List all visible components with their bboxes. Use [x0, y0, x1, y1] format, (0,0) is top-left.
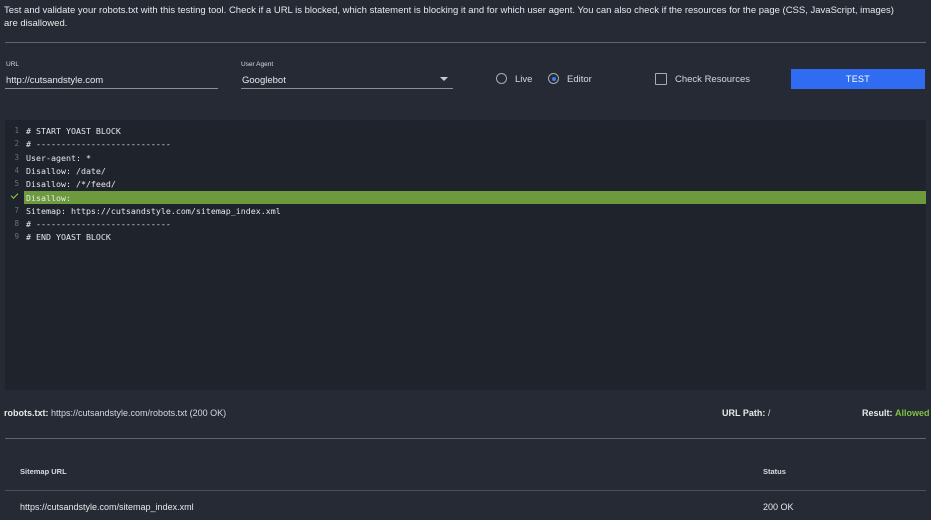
- editor-line[interactable]: 4 Disallow: /date/: [5, 164, 926, 177]
- url-label: URL: [6, 61, 20, 68]
- url-path-label: URL Path:: [722, 408, 766, 418]
- url-input[interactable]: [5, 72, 218, 89]
- intro-text: Test and validate your robots.txt with t…: [4, 5, 894, 29]
- url-path-status: URL Path: /: [722, 408, 770, 418]
- robots-editor[interactable]: 1 # START YOAST BLOCK 2 # -----------------…: [5, 120, 926, 390]
- table-divider: [5, 490, 926, 491]
- line-text: # ---------------------------: [26, 219, 171, 230]
- checkmark-icon: [10, 190, 19, 199]
- sitemap-url-header: Sitemap URL: [20, 467, 67, 476]
- line-text: # ---------------------------: [26, 139, 171, 150]
- line-text: Disallow:: [26, 192, 71, 203]
- user-agent-label: User Agent: [241, 61, 274, 68]
- line-text: Disallow: /*/feed/: [26, 179, 116, 190]
- sitemap-status-cell: 200 OK: [763, 502, 794, 512]
- editor-radio-label[interactable]: Editor: [567, 74, 592, 85]
- editor-line[interactable]: 3 User-agent: *: [5, 151, 926, 164]
- editor-line[interactable]: 8 # ---------------------------: [5, 217, 926, 230]
- editor-line[interactable]: Disallow:: [5, 190, 926, 204]
- result-label: Result:: [862, 408, 893, 418]
- status-header: Status: [763, 467, 786, 476]
- line-number: 5: [14, 179, 19, 189]
- highlight-bar: [24, 190, 926, 204]
- editor-line[interactable]: 9 # END YOAST BLOCK: [5, 230, 926, 243]
- divider: [5, 438, 926, 439]
- line-text: Disallow: /date/: [26, 165, 106, 176]
- line-number: 8: [14, 219, 19, 229]
- line-number: 1: [14, 126, 19, 135]
- robots-status: robots.txt: https://cutsandstyle.com/rob…: [4, 408, 226, 418]
- live-radio[interactable]: [496, 73, 507, 84]
- divider: [5, 42, 926, 43]
- line-text: # START YOAST BLOCK: [26, 126, 121, 136]
- test-button[interactable]: TEST: [791, 69, 925, 89]
- robots-value: https://cutsandstyle.com/robots.txt (200…: [51, 408, 227, 418]
- line-text: User-agent: *: [26, 152, 91, 163]
- line-number: 2: [14, 139, 19, 149]
- line-number: 7: [14, 205, 19, 215]
- url-path-value: /: [767, 408, 771, 418]
- editor-radio[interactable]: [548, 73, 559, 84]
- line-text: Sitemap: https://cutsandstyle.com/sitema…: [26, 205, 281, 216]
- line-number: 4: [14, 165, 19, 175]
- editor-line[interactable]: 7 Sitemap: https://cutsandstyle.com/sitem…: [5, 204, 926, 217]
- user-agent-select[interactable]: Googlebot: [241, 71, 453, 89]
- line-number: 9: [14, 232, 19, 242]
- sitemap-url-cell[interactable]: https://cutsandstyle.com/sitemap_index.x…: [20, 502, 194, 512]
- result-value: Allowed: [895, 408, 930, 418]
- editor-line[interactable]: 1 # START YOAST BLOCK: [5, 124, 926, 137]
- live-radio-label[interactable]: Live: [515, 74, 532, 85]
- check-resources-checkbox[interactable]: [655, 73, 667, 85]
- robots-label: robots.txt:: [4, 408, 49, 418]
- user-agent-value: Googlebot: [242, 75, 286, 86]
- chevron-down-icon: [440, 77, 448, 81]
- editor-line[interactable]: 2 # ---------------------------: [5, 137, 926, 150]
- line-number: 3: [14, 152, 19, 162]
- line-text: # END YOAST BLOCK: [26, 232, 111, 243]
- editor-line[interactable]: 5 Disallow: /*/feed/: [5, 177, 926, 190]
- check-resources-label[interactable]: Check Resources: [675, 74, 750, 85]
- result-status: Result: Allowed: [862, 408, 930, 418]
